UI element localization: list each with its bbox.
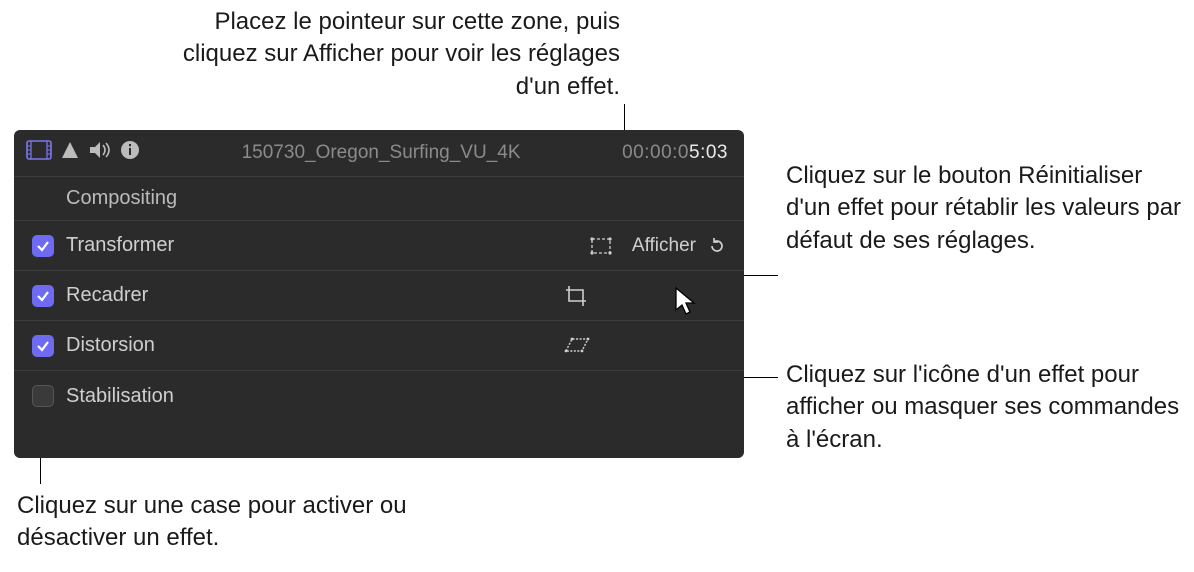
checkbox-transform[interactable]	[32, 235, 54, 257]
crop-onscreen-icon[interactable]	[564, 285, 590, 307]
distort-onscreen-icon[interactable]	[564, 335, 590, 357]
label-stabilize: Stabilisation	[66, 385, 174, 408]
label-crop: Recadrer	[66, 284, 148, 307]
effect-row-distort[interactable]: Distorsion	[14, 321, 744, 371]
checkbox-distort[interactable]	[32, 335, 54, 357]
panel-header: 150730_Oregon_Surfing_VU_4K 00:00:05:03	[14, 130, 744, 176]
audio-tab-icon[interactable]	[88, 140, 112, 166]
label-distort: Distorsion	[66, 334, 155, 357]
transform-onscreen-icon[interactable]	[588, 235, 614, 257]
checkbox-stabilize[interactable]	[32, 385, 54, 407]
checkbox-crop[interactable]	[32, 285, 54, 307]
color-tab-icon[interactable]	[60, 140, 80, 166]
callout-icon: Cliquez sur l'icône d'un effet pour affi…	[786, 359, 1186, 456]
show-toggle[interactable]: Afficher	[632, 235, 696, 257]
timecode-suffix: 5:03	[689, 142, 728, 163]
callout-top: Placez le pointeur sur cette zone, puis …	[160, 6, 620, 103]
info-tab-icon[interactable]	[120, 140, 140, 166]
timecode: 00:00:05:03	[622, 142, 728, 164]
effect-row-transform[interactable]: Transformer Afficher	[14, 221, 744, 271]
timecode-prefix: 00:00:0	[622, 142, 689, 163]
video-tab-icon[interactable]	[26, 140, 52, 166]
clip-name: 150730_Oregon_Surfing_VU_4K	[152, 142, 610, 164]
effect-row-stabilize[interactable]: Stabilisation	[14, 371, 744, 421]
label-transform: Transformer	[66, 234, 174, 257]
effect-row-crop[interactable]: Recadrer	[14, 271, 744, 321]
panel-tabs	[26, 140, 140, 166]
reset-button[interactable]	[706, 235, 728, 257]
inspector-panel: 150730_Oregon_Surfing_VU_4K 00:00:05:03 …	[14, 130, 744, 458]
callout-reset: Cliquez sur le bouton Réinitialiser d'un…	[786, 160, 1186, 257]
callout-checkbox: Cliquez sur une case pour activer ou dés…	[17, 490, 517, 555]
section-compositing: Compositing	[14, 176, 744, 221]
